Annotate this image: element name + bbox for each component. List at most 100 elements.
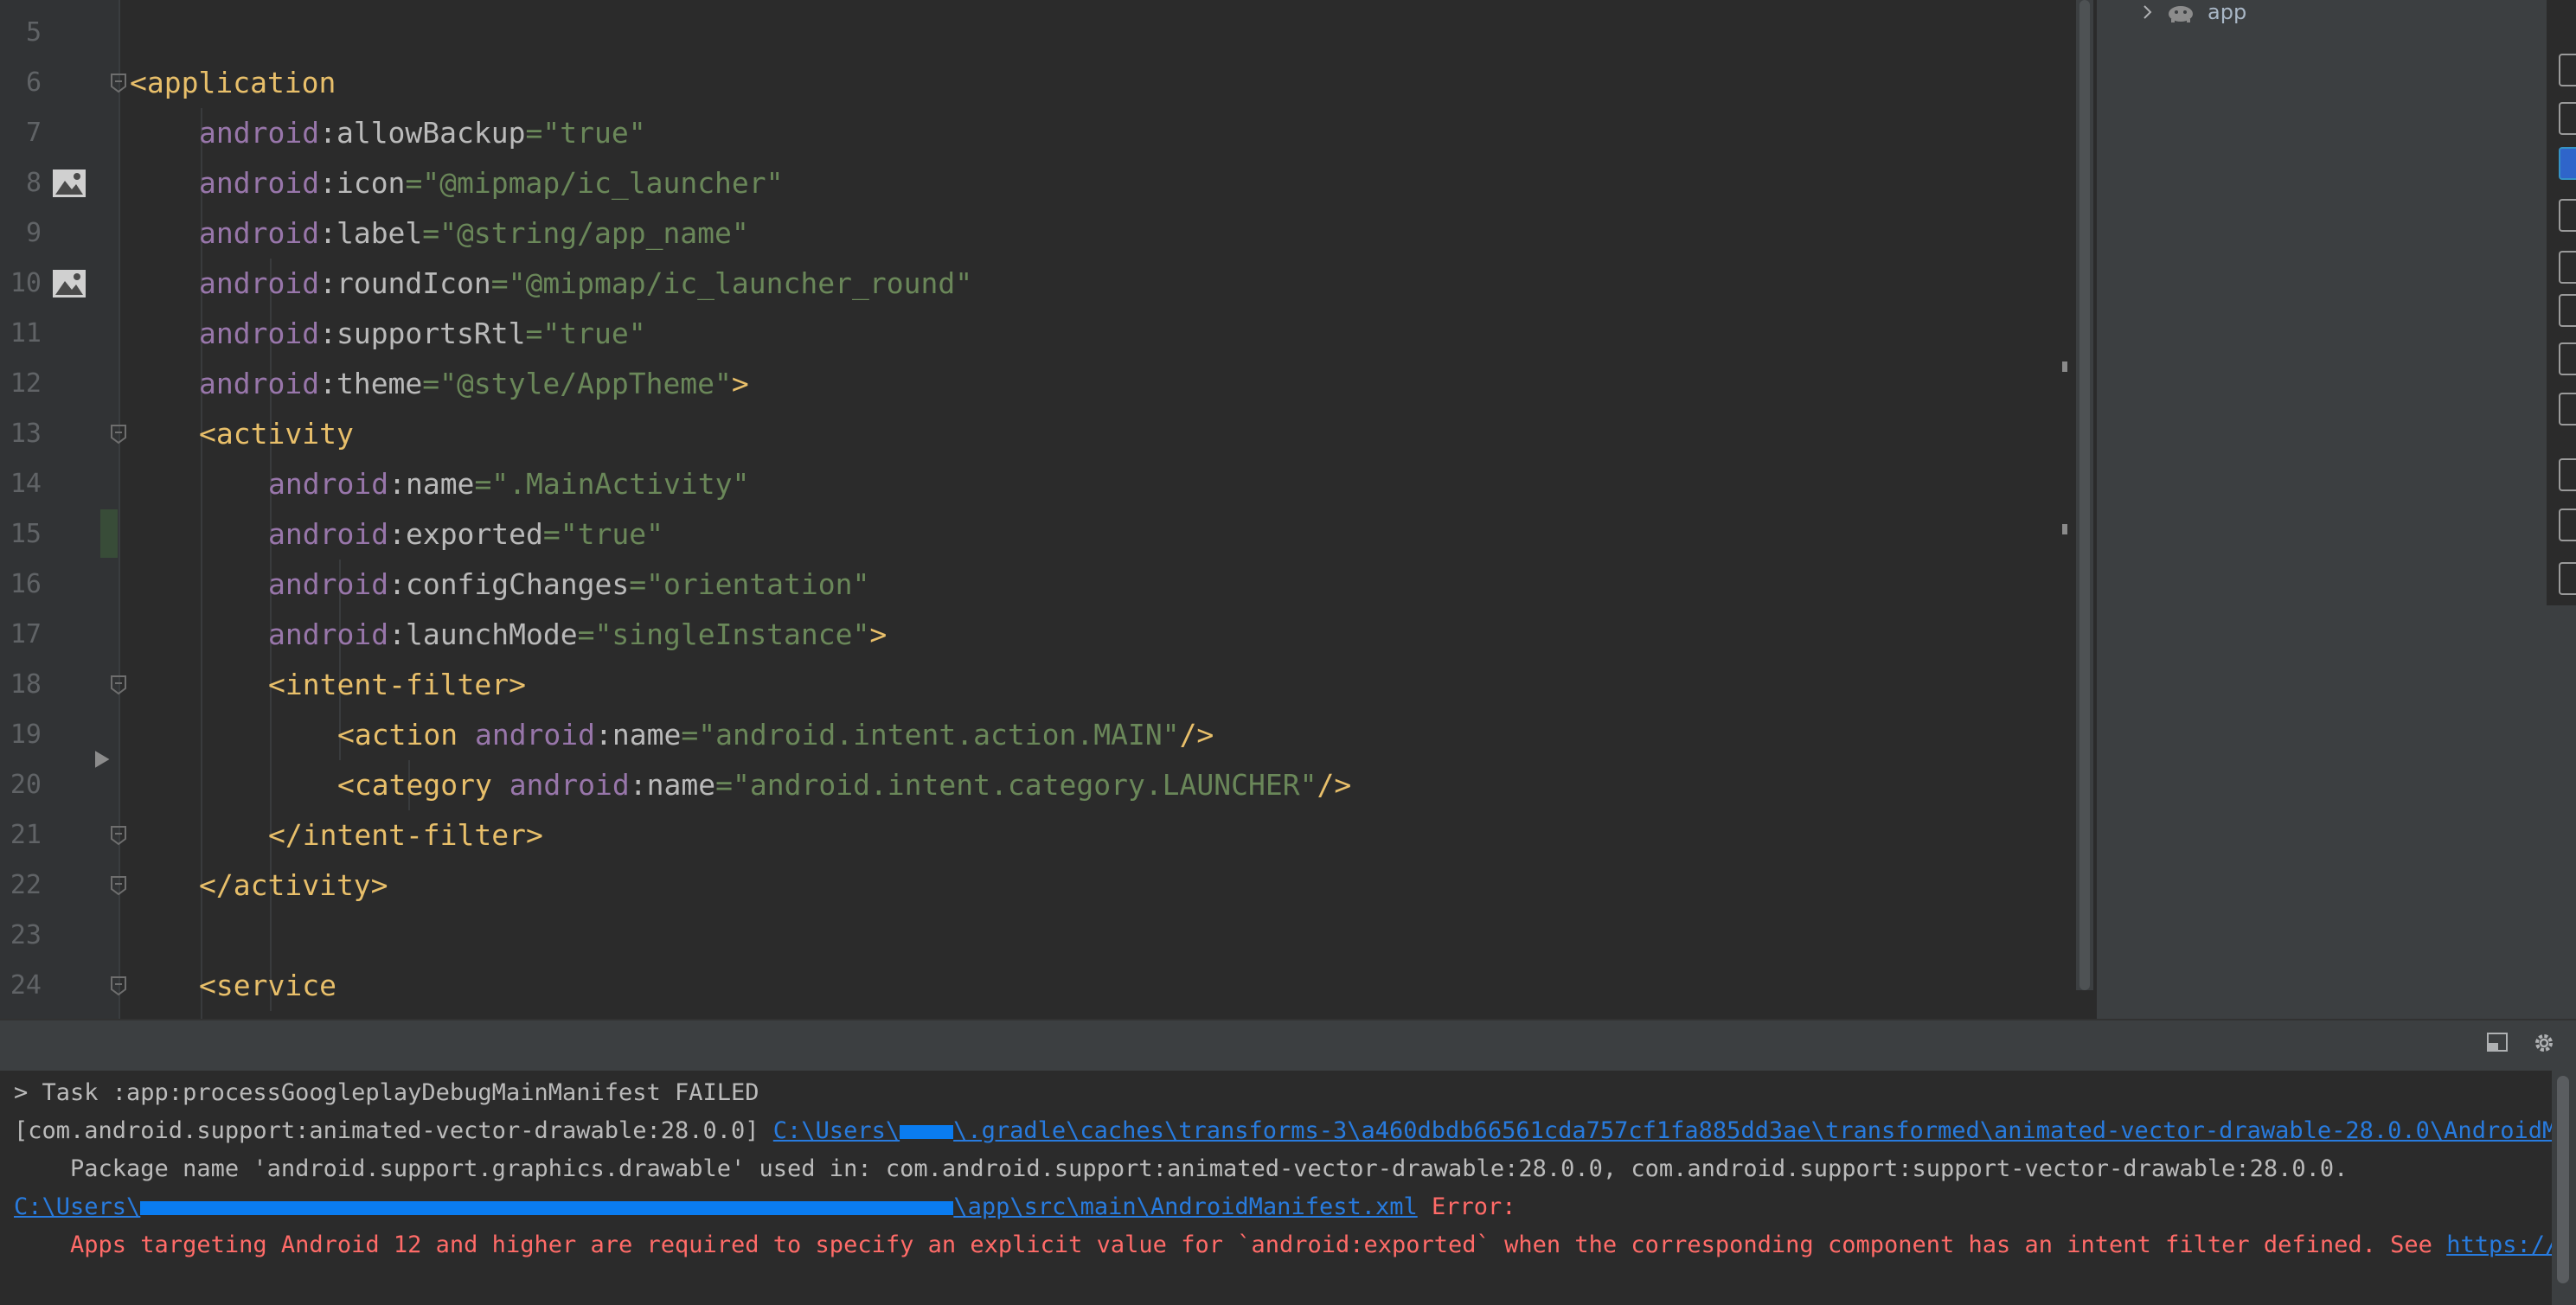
tool-window-button[interactable] <box>2559 294 2576 327</box>
line-number[interactable]: 24 <box>0 961 42 1011</box>
tool-window-button[interactable] <box>2559 562 2576 595</box>
tool-window-button[interactable] <box>2559 54 2576 86</box>
tool-window-button[interactable] <box>2559 393 2576 425</box>
line-number[interactable]: 7 <box>0 108 42 158</box>
code-line[interactable]: android:name=".MainActivity" <box>268 459 749 509</box>
line-number[interactable]: 20 <box>0 760 42 810</box>
code-token: <category <box>337 768 509 802</box>
line-number[interactable]: 6 <box>0 58 42 108</box>
code-line[interactable]: android:icon="@mipmap/ic_launcher" <box>199 158 784 208</box>
chevron-right-icon[interactable] <box>2142 3 2154 21</box>
line-number[interactable]: 11 <box>0 309 42 359</box>
fold-marker-icon[interactable] <box>110 875 127 896</box>
code-token: : <box>388 617 406 651</box>
error-message: Apps targeting Android 12 and higher are… <box>14 1231 2447 1258</box>
fold-marker-icon[interactable] <box>110 675 127 695</box>
code-token: ="orientation" <box>629 567 870 601</box>
tool-window-button[interactable] <box>2559 342 2576 375</box>
code-line[interactable]: android:exported="true" <box>268 509 663 560</box>
code-line[interactable]: <category android:name="android.intent.c… <box>337 760 1351 810</box>
console-scrollbar-thumb[interactable] <box>2557 1076 2569 1283</box>
line-number[interactable]: 19 <box>0 710 42 760</box>
code-token: : <box>319 116 336 150</box>
build-output-console[interactable]: > Task :app:processGoogleplayDebugMainMa… <box>0 1071 2552 1305</box>
tool-window-button[interactable] <box>2559 509 2576 541</box>
line-number[interactable]: 5 <box>0 8 42 58</box>
warning-prefix: [com.android.support:animated-vector-dra… <box>14 1117 773 1144</box>
code-token: ="@mipmap/ic_launcher_round" <box>490 266 973 300</box>
vcs-change-marker[interactable] <box>100 509 118 558</box>
error-stripe-mark[interactable] <box>2062 524 2067 534</box>
line-number[interactable]: 15 <box>0 509 42 560</box>
line-number[interactable]: 21 <box>0 810 42 860</box>
code-token: android <box>268 617 389 651</box>
fold-marker-icon[interactable] <box>110 424 127 445</box>
code-token: name <box>405 467 475 501</box>
tool-window-button[interactable] <box>2559 102 2576 135</box>
line-number[interactable]: 16 <box>0 560 42 610</box>
line-number[interactable]: 18 <box>0 660 42 710</box>
error-stripe-mark[interactable] <box>2062 361 2067 372</box>
code-line[interactable]: android:launchMode="singleInstance"> <box>268 610 887 660</box>
line-number[interactable]: 17 <box>0 610 42 660</box>
code-token: ="@string/app_name" <box>422 216 749 250</box>
code-token: : <box>319 266 336 300</box>
code-line[interactable]: android:supportsRtl="true" <box>199 309 646 359</box>
code-line[interactable]: android:allowBackup="true" <box>199 108 646 158</box>
code-line[interactable]: </activity> <box>199 860 388 911</box>
gear-icon[interactable] <box>2529 1031 2559 1060</box>
tool-window-button[interactable] <box>2559 458 2576 491</box>
warning-manifest-link[interactable]: C:\Users\ \.gradle\caches\transforms-3\a4… <box>773 1117 2552 1144</box>
code-line[interactable]: <activity <box>199 409 354 459</box>
fold-marker-icon[interactable] <box>110 976 127 996</box>
code-token: theme <box>336 367 423 400</box>
code-line[interactable]: <intent-filter> <box>268 660 526 710</box>
image-preview-icon[interactable] <box>52 169 87 198</box>
code-line[interactable]: android:label="@string/app_name" <box>199 208 749 259</box>
code-token: ="true" <box>542 517 663 551</box>
tool-window-button[interactable] <box>2559 199 2576 232</box>
warning-line: [com.android.support:animated-vector-dra… <box>14 1112 2552 1150</box>
layout-icon[interactable] <box>2483 1031 2512 1060</box>
code-line[interactable]: android:roundIcon="@mipmap/ic_launcher_r… <box>199 259 972 309</box>
editor-scrollbar-thumb[interactable] <box>2079 0 2090 990</box>
docs-link[interactable]: https://developer.android.com/guide/topi… <box>2446 1231 2552 1258</box>
code-line[interactable]: android:theme="@style/AppTheme"> <box>199 359 749 409</box>
line-number[interactable]: 10 <box>0 259 42 309</box>
tool-window-button-active[interactable] <box>2559 147 2576 180</box>
code-editor[interactable]: 5 6 7 8 9 10 11 12 13 14 15 16 17 18 19 20 21 22 23 24 <app… <box>0 0 2097 1019</box>
code-token: : <box>388 467 406 501</box>
run-gutter-icon[interactable] <box>90 745 116 774</box>
line-number[interactable]: 9 <box>0 208 42 259</box>
line-number[interactable]: 23 <box>0 911 42 961</box>
code-line[interactable]: <service <box>199 961 336 1011</box>
project-tree-item-app[interactable]: app <box>2142 0 2246 24</box>
fold-marker-icon[interactable] <box>110 73 127 93</box>
code-line[interactable]: </intent-filter> <box>268 810 543 860</box>
error-path-line: C:\Users\ \app\src\main\AndroidManifest.x… <box>14 1188 1516 1226</box>
code-token: ="@mipmap/ic_launcher" <box>405 166 784 200</box>
line-number[interactable]: 22 <box>0 860 42 911</box>
redacted-username <box>900 1124 954 1139</box>
code-token: : <box>319 367 336 400</box>
line-number[interactable]: 12 <box>0 359 42 409</box>
code-line[interactable]: android:configChanges="orientation" <box>268 560 869 610</box>
android-module-icon <box>2169 6 2193 22</box>
code-token: name <box>646 768 716 802</box>
line-number[interactable]: 8 <box>0 158 42 208</box>
line-number[interactable]: 13 <box>0 409 42 459</box>
code-line[interactable]: <action android:name="android.intent.act… <box>337 710 1214 760</box>
fold-marker-icon[interactable] <box>110 825 127 846</box>
line-number[interactable]: 14 <box>0 459 42 509</box>
error-manifest-link[interactable]: C:\Users\ \app\src\main\AndroidManifest.x… <box>14 1193 1418 1220</box>
right-strip-background <box>2547 605 2576 1019</box>
image-preview-icon[interactable] <box>52 269 87 298</box>
code-token: supportsRtl <box>336 317 526 350</box>
code-token: android <box>199 367 320 400</box>
code-token: /> <box>1317 768 1352 802</box>
code-token: android <box>199 116 320 150</box>
code-token: > <box>731 367 749 400</box>
code-token: : <box>629 768 647 802</box>
tool-window-button[interactable] <box>2559 251 2576 284</box>
code-line[interactable]: <application <box>130 58 336 108</box>
